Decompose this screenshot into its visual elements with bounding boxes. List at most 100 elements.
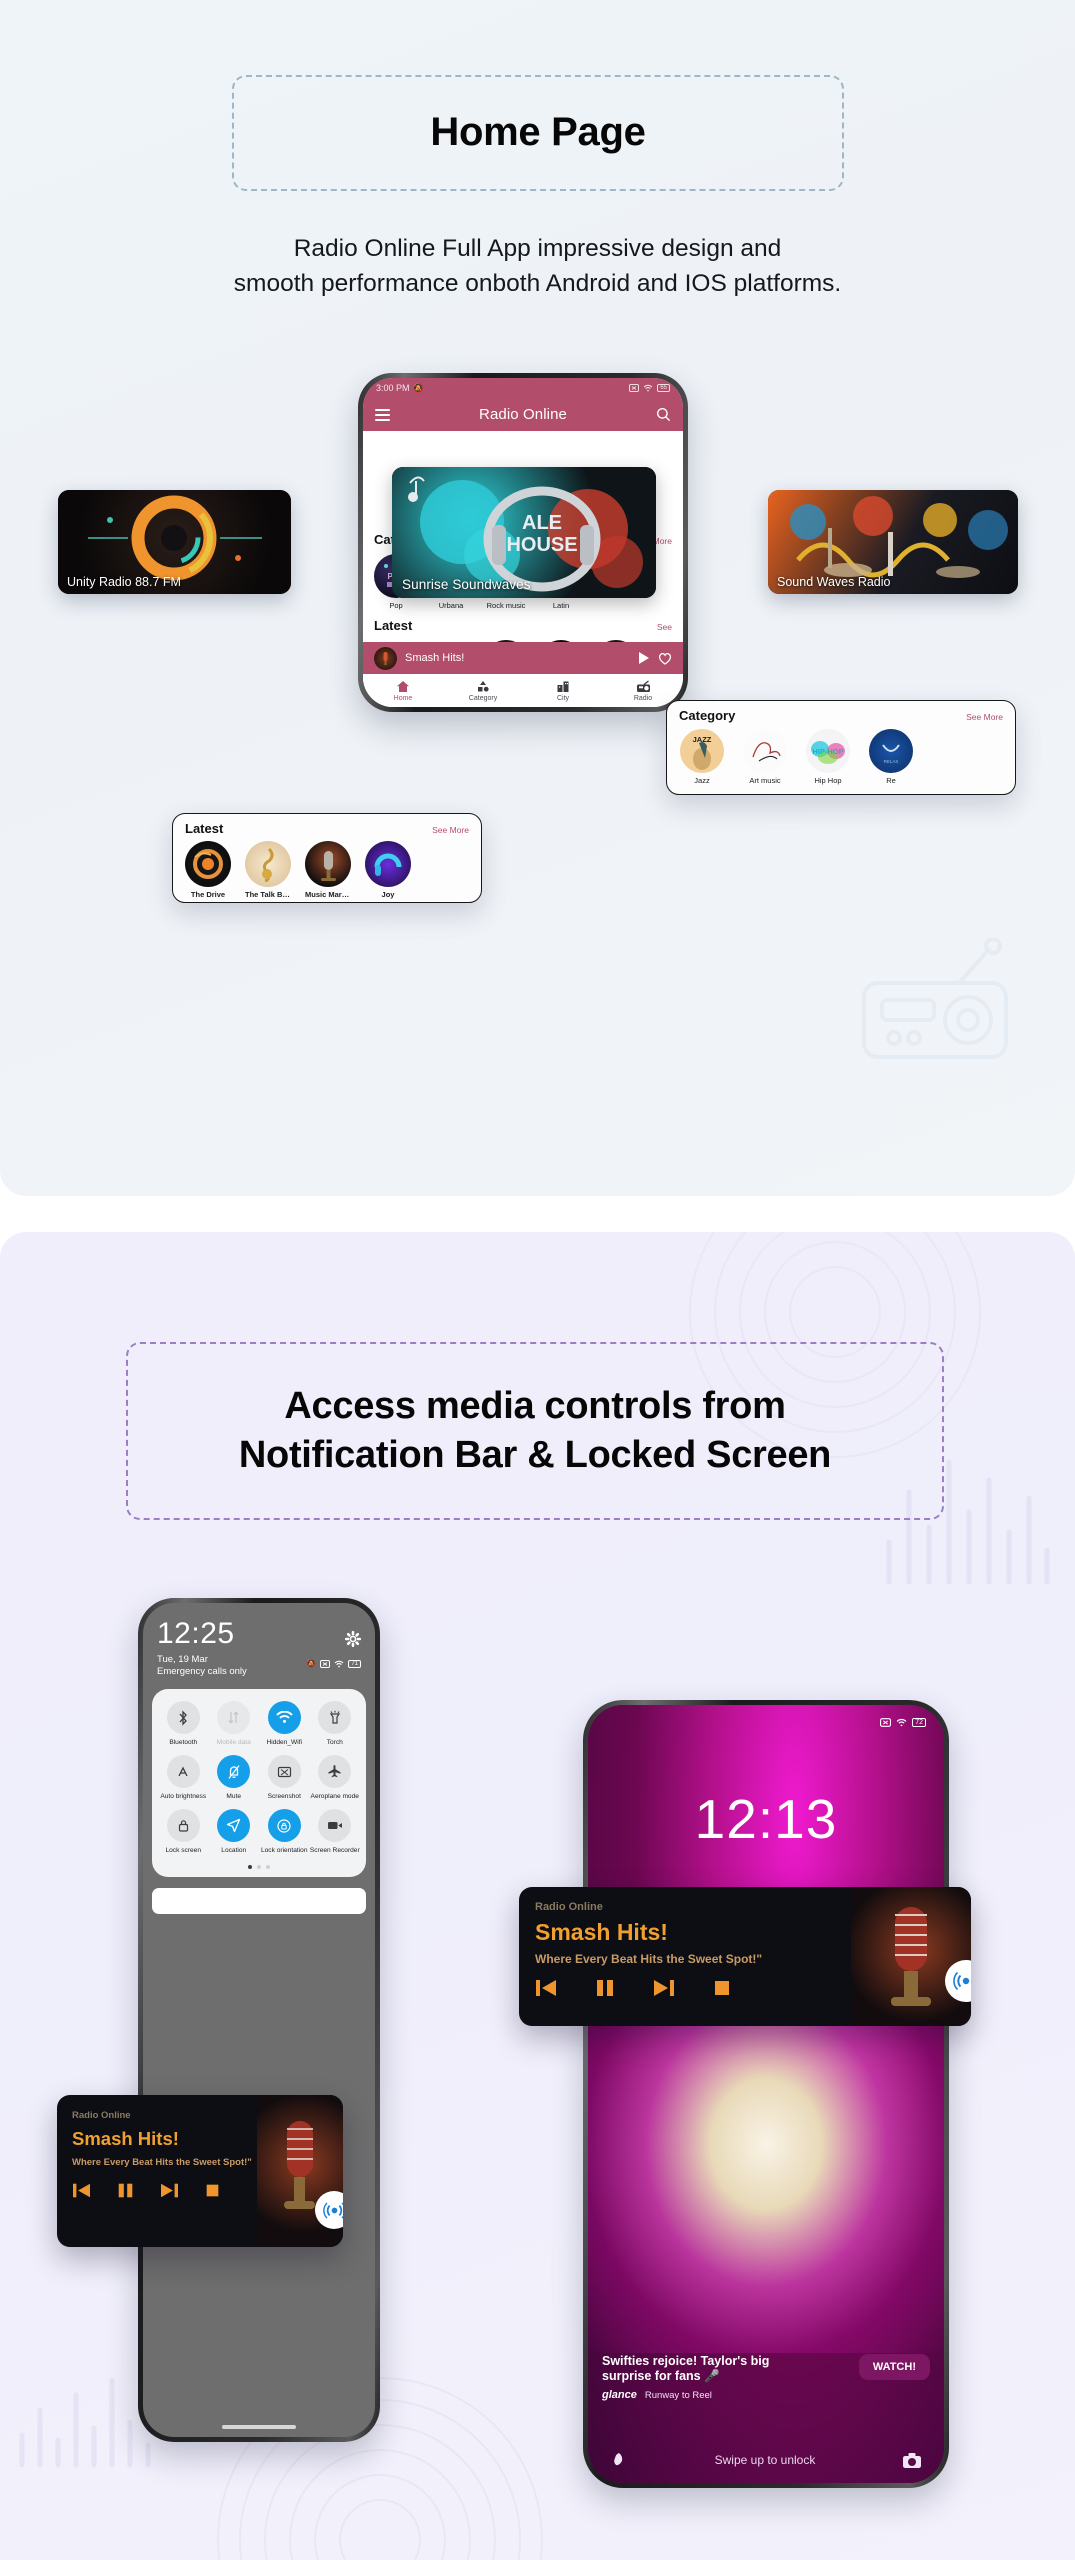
svg-text:RELAX: RELAX [884, 759, 899, 764]
bell-off-icon: 🔕 [306, 1659, 317, 1668]
next-icon[interactable] [160, 2182, 179, 2199]
section-title-box: Home Page [232, 75, 844, 191]
quick-setting-lock-orientation[interactable]: Lock orientation [259, 1809, 310, 1863]
latest-item[interactable]: The Drive [185, 841, 231, 899]
nav-item-city[interactable]: City [523, 680, 603, 702]
notification-header: 12:25 Tue, 19 Mar Emergency calls only 🔕… [143, 1603, 375, 1677]
camera-icon[interactable] [902, 2452, 922, 2469]
radio-icon [603, 679, 683, 693]
station-card-right[interactable]: Sound Waves Radio [768, 490, 1018, 594]
quick-setting-torch[interactable]: Torch [310, 1701, 361, 1755]
stop-icon[interactable] [205, 2183, 220, 2198]
latest-label: The Drive [190, 890, 226, 899]
watch-button[interactable]: WATCH! [858, 2353, 930, 2380]
quick-setting-mute[interactable]: Mute [209, 1755, 260, 1809]
media-notification-lock[interactable]: Radio Online Smash Hits! Where Every Bea… [519, 1887, 971, 2026]
media-notification-shade[interactable]: Radio Online Smash Hits! Where Every Bea… [57, 2095, 343, 2247]
media-subtitle: Where Every Beat Hits the Sweet Spot!" [72, 2157, 252, 2168]
station-card-left[interactable]: Unity Radio 88.7 FM [58, 490, 291, 594]
category-item[interactable]: JAZZ Jazz [680, 729, 724, 785]
category-label: Urbana [438, 601, 464, 610]
quick-setting-label: Bluetooth [169, 1739, 198, 1746]
pause-icon[interactable] [595, 1978, 615, 1998]
page-subtitle: Radio Online Full App impressive design … [0, 232, 1075, 302]
latest-overlay-header: Latest See More [173, 814, 481, 836]
quick-setting-label: Auto brightness [160, 1793, 207, 1800]
quick-settings-page-dots[interactable] [158, 1863, 360, 1869]
latest-label: Music Marath... [305, 890, 351, 899]
media-info: Radio Online Smash Hits! Where Every Bea… [57, 2095, 343, 2199]
home-indicator[interactable] [222, 2425, 296, 2429]
previous-icon[interactable] [535, 1978, 557, 1998]
status-bar: 3:00 PM 🔕 65 [363, 378, 683, 398]
video-camera-icon [318, 1809, 352, 1842]
play-icon[interactable] [637, 651, 650, 665]
quick-setting-bluetooth[interactable]: Bluetooth [158, 1701, 209, 1755]
notification-placeholder-card [152, 1888, 366, 1914]
flower-icon[interactable] [610, 2451, 628, 2469]
lock-news-strip[interactable]: Swifties rejoice! Taylor's big surprise … [588, 2344, 944, 2413]
category-item[interactable]: RELAX Re [869, 729, 913, 785]
heart-icon[interactable] [658, 652, 672, 665]
bottom-navigation: Home Category City Radio [363, 674, 683, 707]
latest-thumb [245, 841, 291, 887]
notification-status-icons: 🔕 71 [306, 1659, 361, 1668]
phone-frame: 12:25 Tue, 19 Mar Emergency calls only 🔕… [138, 1598, 380, 2442]
mini-player[interactable]: Smash Hits! [363, 642, 683, 674]
quick-setting-screen-recorder[interactable]: Screen Recorder [310, 1809, 361, 1863]
quick-setting-wifi[interactable]: Hidden_Wifi [259, 1701, 310, 1755]
airplane-icon [318, 1755, 352, 1788]
lock-wallpaper-subject [588, 2005, 944, 2353]
quick-setting-label: Mute [226, 1793, 242, 1800]
next-icon[interactable] [653, 1978, 675, 1998]
screenshot-icon [267, 1755, 301, 1788]
latest-see-more[interactable]: See [657, 622, 672, 632]
wifi-icon [267, 1701, 301, 1734]
latest-section-header: Latest See [363, 618, 683, 633]
category-overlay-card: Category See More JAZZ Jazz Art music HI… [666, 700, 1016, 795]
gear-icon[interactable] [345, 1631, 361, 1647]
wifi-icon [896, 1718, 907, 1727]
nav-label: Home [393, 694, 413, 702]
nav-item-radio[interactable]: Radio [603, 679, 683, 702]
latest-item[interactable]: The Talk Box [245, 841, 291, 899]
category-item[interactable]: Art music [743, 729, 787, 785]
latest-label: Joy [381, 890, 395, 899]
bluetooth-icon [166, 1701, 200, 1734]
quick-setting-lock-screen[interactable]: Lock screen [158, 1809, 209, 1863]
quick-setting-mobile-data[interactable]: Mobile data [209, 1701, 260, 1755]
quick-settings-row: Auto brightness Mute Screenshot Aeroplan… [158, 1755, 360, 1809]
category-label: Rock music [486, 601, 526, 610]
mini-player-title: Smash Hits! [405, 652, 465, 664]
quick-setting-screenshot[interactable]: Screenshot [259, 1755, 310, 1809]
battery-indicator: 65 [657, 384, 670, 392]
section2-title-line-2: Notification Bar & Locked Screen [238, 1434, 832, 1476]
app-title: Radio Online [479, 406, 567, 423]
quick-setting-location[interactable]: Location [209, 1809, 260, 1863]
category-overlay-header: Category See More [667, 701, 1015, 723]
latest-item[interactable]: Joy [365, 841, 411, 899]
category-label: Latin [552, 601, 570, 610]
search-icon[interactable] [656, 407, 671, 422]
location-arrow-icon [217, 1809, 251, 1842]
latest-item[interactable]: Music Marath... [305, 841, 351, 899]
media-controls-section: Access media controls from Notification … [0, 1232, 1075, 2560]
category-overlay-see-more[interactable]: See More [966, 712, 1003, 722]
quick-setting-auto-brightness[interactable]: Auto brightness [158, 1755, 209, 1809]
radio-outline-decoration [862, 938, 1008, 1059]
quick-settings-row: Lock screen Location Lock orientation Sc… [158, 1809, 360, 1863]
category-thumb [743, 729, 787, 773]
quick-setting-aeroplane[interactable]: Aeroplane mode [310, 1755, 361, 1809]
nav-item-home[interactable]: Home [363, 680, 443, 702]
category-item[interactable]: HIP-HOP Hip Hop [806, 729, 850, 785]
stop-icon[interactable] [713, 1979, 731, 1997]
nav-item-category[interactable]: Category [443, 680, 523, 702]
featured-station-card[interactable]: ALE HOUSE Sunrise Soundwaves [392, 467, 656, 598]
quick-setting-label: Screenshot [267, 1793, 301, 1800]
unlock-hint: Swipe up to unlock [714, 2453, 816, 2467]
previous-icon[interactable] [72, 2182, 91, 2199]
pause-icon[interactable] [117, 2182, 134, 2199]
hamburger-menu-icon[interactable] [375, 408, 390, 421]
latest-overlay-see-more[interactable]: See More [432, 825, 469, 835]
data-transfer-icon [217, 1701, 251, 1734]
